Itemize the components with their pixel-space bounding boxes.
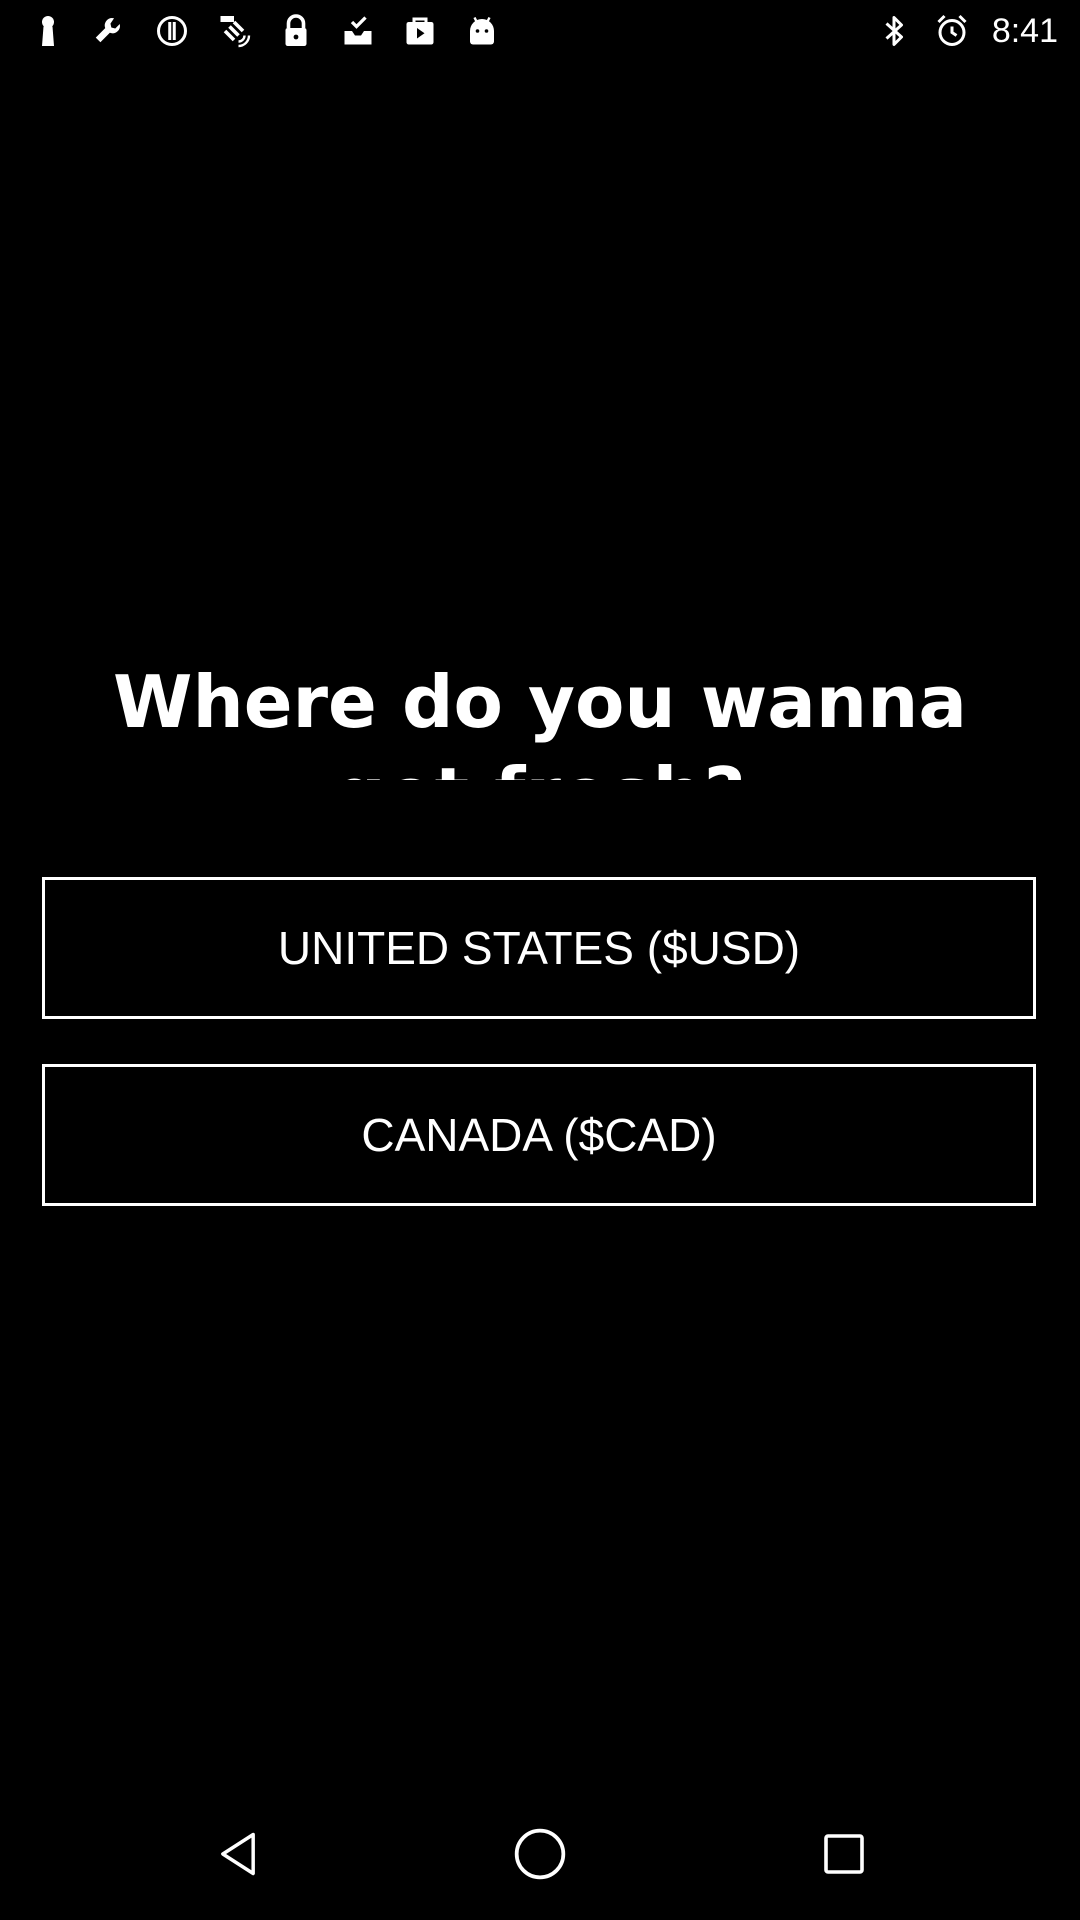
system-status: 8:41 — [876, 10, 1058, 52]
wrench-icon — [92, 10, 128, 52]
inbox-check-icon — [340, 10, 376, 52]
united-states-usd-button[interactable]: UNITED STATES ($USD) — [42, 877, 1036, 1019]
lock-icon — [278, 10, 314, 52]
navigation-bar — [0, 1788, 1080, 1920]
alarm-clock-icon — [934, 10, 970, 52]
keyhole-icon — [30, 10, 66, 52]
alert-circle-icon — [154, 10, 190, 52]
home-icon[interactable] — [498, 1812, 582, 1896]
status-bar: 8:41 — [0, 0, 1080, 64]
play-store-icon — [402, 10, 438, 52]
canada-cad-button[interactable]: CANADA ($CAD) — [42, 1064, 1036, 1206]
android-robot-icon — [464, 10, 500, 52]
heading-container: Where do you wanna get fresh? — [0, 640, 1080, 780]
recents-icon[interactable] — [802, 1812, 886, 1896]
bluetooth-icon — [876, 10, 912, 52]
page-title: Where do you wanna get fresh? — [113, 660, 967, 780]
back-icon[interactable] — [196, 1812, 280, 1896]
notification-icons — [30, 10, 500, 52]
fake-gps-satellite-icon — [216, 10, 252, 52]
clock-time: 8:41 — [991, 12, 1058, 50]
